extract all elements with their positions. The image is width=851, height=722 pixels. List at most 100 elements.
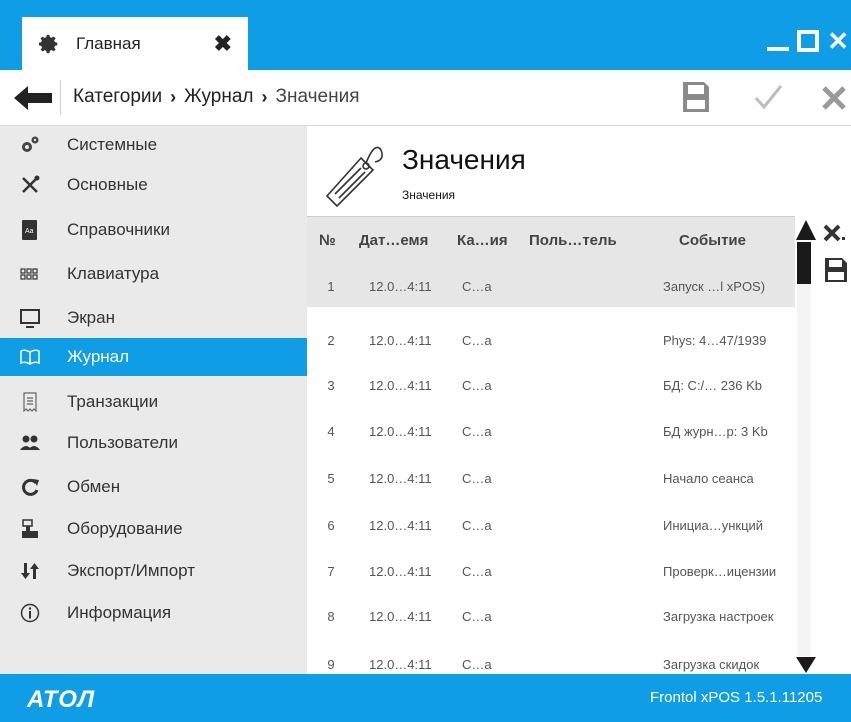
column-header-number[interactable]: № <box>319 232 336 249</box>
table-row[interactable]: 1 12.0…4:11 С…а Запуск …l xPOS) <box>307 261 795 307</box>
cell-event: Загрузка скидок <box>663 657 760 672</box>
info-icon <box>20 603 40 623</box>
scroll-up-arrow-icon[interactable] <box>795 218 817 242</box>
cell-number: 4 <box>327 424 335 439</box>
cancel-icon[interactable] <box>820 84 848 112</box>
minimize-icon[interactable] <box>767 47 790 51</box>
svg-text:Aa: Aa <box>25 228 34 235</box>
cell-event: БД журн…р: 3 Kb <box>663 424 768 439</box>
sidebar-item-exchange[interactable]: Обмен <box>0 468 307 506</box>
cell-category: С…а <box>462 471 492 486</box>
sidebar-item-directories[interactable]: Aa Справочники <box>0 211 307 249</box>
column-header-event[interactable]: Событие <box>679 232 746 249</box>
gear-icon <box>38 34 58 53</box>
sidebar-item-label: Транзакции <box>67 392 159 411</box>
table-row[interactable]: 7 12.0…4:11 С…а Проверк…ицензии <box>307 546 795 592</box>
save-icon[interactable] <box>825 258 847 282</box>
sidebar-item-export-import[interactable]: Экспорт/Импорт <box>0 552 307 590</box>
table-row[interactable]: 5 12.0…4:11 С…а Начало сеанса <box>307 453 795 499</box>
cell-category: С…а <box>462 657 492 672</box>
tab-close-icon[interactable]: ✖ <box>214 31 232 57</box>
tools-icon <box>22 175 40 193</box>
export-import-icon <box>21 563 39 579</box>
maximize-icon[interactable] <box>797 30 820 52</box>
cell-category: С…а <box>462 333 492 348</box>
cell-number: 9 <box>327 657 335 672</box>
journal-table: № Дат…емя Ка…ия Поль…тель Событие 1 12.0… <box>307 216 795 675</box>
column-header-datetime[interactable]: Дат…емя <box>359 232 428 249</box>
scroll-down-arrow-icon[interactable] <box>795 656 817 674</box>
divider <box>60 80 61 115</box>
column-header-category[interactable]: Ка…ия <box>457 232 508 249</box>
sidebar-item-label: Системные <box>67 135 158 154</box>
cell-datetime: 12.0…4:11 <box>369 333 432 348</box>
users-icon <box>20 435 40 450</box>
cell-datetime: 12.0…4:11 <box>369 657 432 672</box>
cell-number: 3 <box>327 378 335 393</box>
table-row[interactable]: 9 12.0…4:11 С…а Загрузка скидок <box>307 639 795 675</box>
check-icon[interactable] <box>753 82 783 112</box>
cell-event: Phys: 4…47/1939 <box>663 333 767 348</box>
table-row[interactable]: 8 12.0…4:11 С…а Загрузка настроек <box>307 591 795 637</box>
sidebar-item-label: Оборудование <box>67 519 183 538</box>
tab-main[interactable]: Главная ✖ <box>22 17 248 70</box>
cell-event: Инициа…ункций <box>663 518 764 533</box>
sidebar-item-transactions[interactable]: Транзакции <box>0 383 307 421</box>
keyboard-icon <box>20 268 38 280</box>
sidebar-item-label: Клавиатура <box>67 264 160 283</box>
title-bar: Главная ✖ ✕ <box>0 0 851 70</box>
scrollbar-thumb[interactable] <box>797 242 811 284</box>
pos-terminal-icon <box>22 519 38 538</box>
column-header-user[interactable]: Поль…тель <box>529 232 617 249</box>
scrollbar-track[interactable] <box>797 242 811 656</box>
cell-event: Проверк…ицензии <box>663 564 777 579</box>
sidebar-item-equipment[interactable]: Оборудование <box>0 510 307 548</box>
main-panel: Значения Значения № Дат…емя Ка…ия Поль…т… <box>307 126 851 674</box>
cell-category: С…а <box>462 518 492 533</box>
breadcrumb-item-journal[interactable]: Журнал <box>184 86 253 108</box>
breadcrumb-item-values: Значения <box>275 86 360 107</box>
sidebar-item-system[interactable]: Системные <box>0 126 307 164</box>
table-row[interactable]: 2 12.0…4:11 С…а Phys: 4…47/1939 <box>307 315 795 361</box>
cell-event: Загрузка настроек <box>663 609 774 624</box>
gears-icon <box>22 136 39 152</box>
clear-filter-icon[interactable] <box>823 222 849 244</box>
back-arrow-icon[interactable] <box>14 84 52 112</box>
cell-datetime: 12.0…4:11 <box>369 424 432 439</box>
cell-category: С…а <box>462 564 492 579</box>
sidebar-item-label: Пользователи <box>67 433 178 452</box>
breadcrumb-separator: › <box>261 86 268 107</box>
sidebar-item-journal[interactable]: Журнал <box>0 338 307 376</box>
tag-icon <box>325 146 383 208</box>
cell-datetime: 12.0…4:11 <box>369 378 432 393</box>
sidebar-item-keyboard[interactable]: Клавиатура <box>0 255 307 293</box>
sidebar-item-label: Экран <box>67 308 115 327</box>
sidebar-item-basic[interactable]: Основные <box>0 166 307 204</box>
cell-event: Запуск …l xPOS) <box>663 279 766 294</box>
breadcrumb-item-categories[interactable]: Категории <box>73 86 162 108</box>
sidebar-item-label: Информация <box>67 603 172 622</box>
cell-category: С…а <box>462 609 492 624</box>
sidebar-item-users[interactable]: Пользователи <box>0 424 307 462</box>
page-title: Значения <box>402 144 526 175</box>
cell-event: БД: C:/… 236 Kb <box>663 378 762 393</box>
window-controls: ✕ <box>767 28 849 54</box>
sidebar-item-info[interactable]: Информация <box>0 594 307 632</box>
sidebar-item-label: Основные <box>67 175 148 194</box>
cell-datetime: 12.0…4:11 <box>369 279 432 294</box>
receipt-icon <box>23 392 37 412</box>
table-row[interactable]: 3 12.0…4:11 С…а БД: C:/… 236 Kb <box>307 360 795 406</box>
book-icon: Aa <box>22 220 37 240</box>
save-icon[interactable] <box>683 82 709 112</box>
sidebar-item-screen[interactable]: Экран <box>0 299 307 337</box>
window-close-icon[interactable]: ✕ <box>827 28 849 54</box>
tab-title: Главная <box>76 33 141 53</box>
table-row[interactable]: 6 12.0…4:11 С…а Инициа…ункций <box>307 500 795 546</box>
cell-number: 8 <box>327 609 335 624</box>
cell-number: 6 <box>327 518 335 533</box>
brand-logo: АТОЛ <box>27 686 96 713</box>
table-row[interactable]: 4 12.0…4:11 С…а БД журн…р: 3 Kb <box>307 406 795 452</box>
cell-event: Начало сеанса <box>663 471 754 486</box>
sidebar-item-label: Журнал <box>67 347 130 366</box>
cell-number: 7 <box>327 564 335 579</box>
